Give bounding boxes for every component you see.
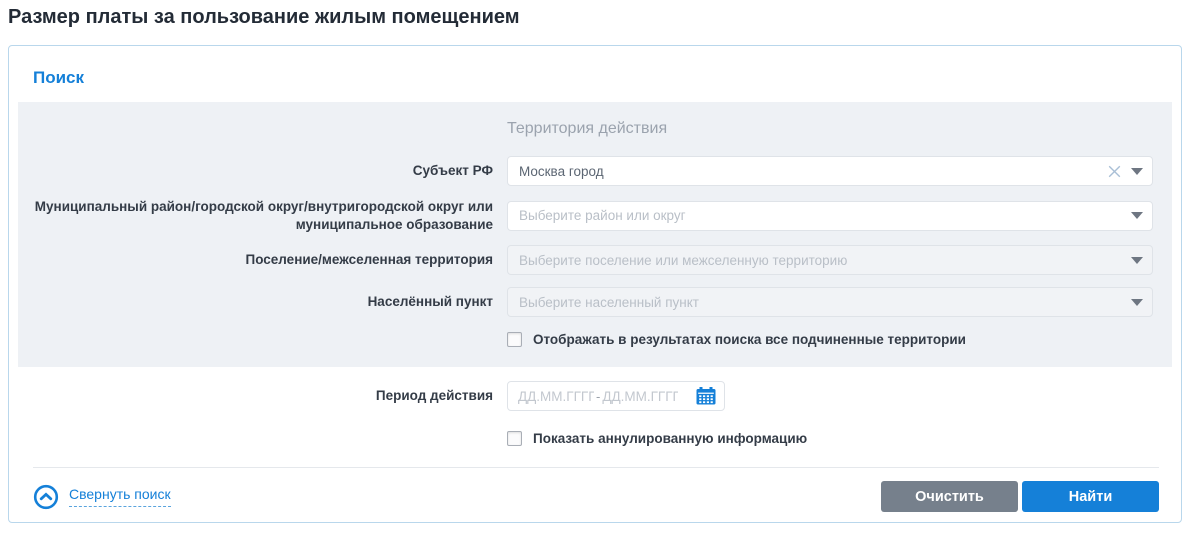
search-panel-title: Поиск <box>9 46 1181 102</box>
period-from-input[interactable] <box>518 389 594 404</box>
territory-section-title: Территория действия <box>507 120 1153 138</box>
chevron-down-icon <box>1131 299 1143 306</box>
locality-label: Населённый пункт <box>18 293 507 311</box>
municipal-combobox[interactable]: Выберите район или округ <box>507 201 1153 231</box>
subject-rf-label: Субъект РФ <box>18 162 507 180</box>
chevron-up-circle-icon[interactable] <box>33 484 59 510</box>
period-row: Период действия - <box>18 381 1153 411</box>
chevron-down-icon[interactable] <box>1131 168 1143 175</box>
collapse-search-link[interactable]: Свернуть поиск <box>33 484 171 510</box>
chevron-down-icon[interactable] <box>1131 212 1143 219</box>
subject-rf-row: Субъект РФ Москва город <box>18 156 1153 186</box>
cancelled-info-checkbox[interactable] <box>507 431 522 446</box>
find-button[interactable]: Найти <box>1022 481 1159 512</box>
subject-rf-combobox[interactable]: Москва город <box>507 156 1153 186</box>
subordinate-territories-label[interactable]: Отображать в результатах поиска все подч… <box>533 332 966 347</box>
calendar-icon[interactable] <box>696 387 716 405</box>
period-label: Период действия <box>18 387 507 405</box>
municipal-placeholder: Выберите район или округ <box>519 208 686 223</box>
locality-combobox: Выберите населенный пункт <box>507 287 1153 317</box>
clear-button[interactable]: Очистить <box>881 481 1018 512</box>
period-section: Период действия - <box>18 367 1172 446</box>
period-separator: - <box>596 389 600 404</box>
search-panel: Поиск Территория действия Субъект РФ Мос… <box>8 45 1182 523</box>
period-to-input[interactable] <box>602 389 678 404</box>
locality-row: Населённый пункт Выберите населенный пун… <box>18 287 1153 317</box>
period-date-range: - <box>507 381 725 411</box>
territory-section: Территория действия Субъект РФ Москва го… <box>18 102 1172 367</box>
page-title: Размер платы за пользование жилым помеще… <box>8 6 520 29</box>
municipal-row: Муниципальный район/городской округ/внут… <box>18 198 1153 233</box>
settlement-placeholder: Выберите поселение или межселенную терри… <box>519 253 847 268</box>
subject-rf-value: Москва город <box>519 164 604 179</box>
chevron-down-icon <box>1131 257 1143 264</box>
settlement-label: Поселение/межселенная территория <box>18 251 507 269</box>
collapse-search-label[interactable]: Свернуть поиск <box>69 486 171 507</box>
locality-placeholder: Выберите населенный пункт <box>519 295 699 310</box>
cancelled-checkbox-row: Показать аннулированную информацию <box>18 428 1153 446</box>
cancelled-info-label[interactable]: Показать аннулированную информацию <box>533 431 807 446</box>
settlement-row: Поселение/межселенная территория Выберит… <box>18 245 1153 275</box>
subordinate-territories-checkbox[interactable] <box>507 332 522 347</box>
settlement-combobox: Выберите поселение или межселенную терри… <box>507 245 1153 275</box>
subordinate-checkbox-row: Отображать в результатах поиска все подч… <box>18 329 1153 347</box>
search-footer: Свернуть поиск Очистить Найти <box>33 467 1159 512</box>
municipal-label: Муниципальный район/городской округ/внут… <box>18 198 507 233</box>
clear-icon[interactable] <box>1107 164 1122 179</box>
